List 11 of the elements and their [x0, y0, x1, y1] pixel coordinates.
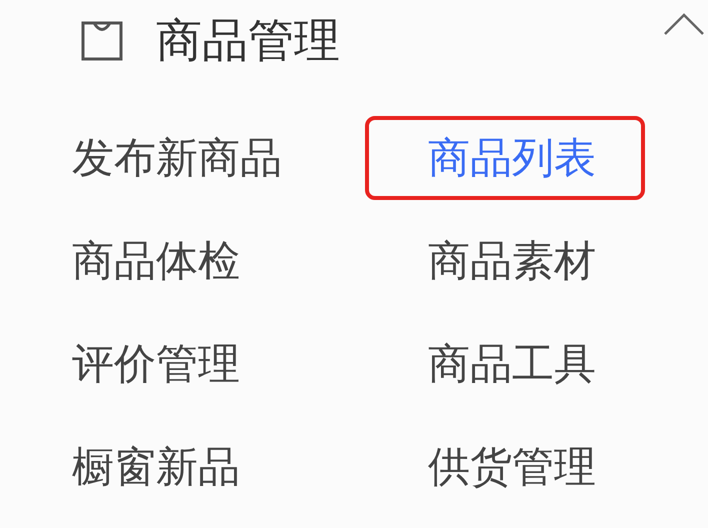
menu-item[interactable]: 供货管理	[365, 425, 645, 509]
shopping-bag-icon	[80, 20, 124, 62]
menu-item[interactable]: 发布新商品	[72, 116, 282, 200]
chevron-up-icon[interactable]	[663, 12, 705, 36]
menu-item[interactable]: 商品列表	[365, 116, 645, 200]
menu-item[interactable]: 橱窗新品	[72, 425, 240, 509]
menu-item[interactable]: 商品素材	[365, 219, 645, 303]
menu-item[interactable]: 评价管理	[72, 322, 240, 406]
menu-item[interactable]: 商品体检	[72, 219, 240, 303]
menu-item[interactable]: 商品工具	[365, 322, 645, 406]
section-title: 商品管理	[156, 12, 341, 69]
